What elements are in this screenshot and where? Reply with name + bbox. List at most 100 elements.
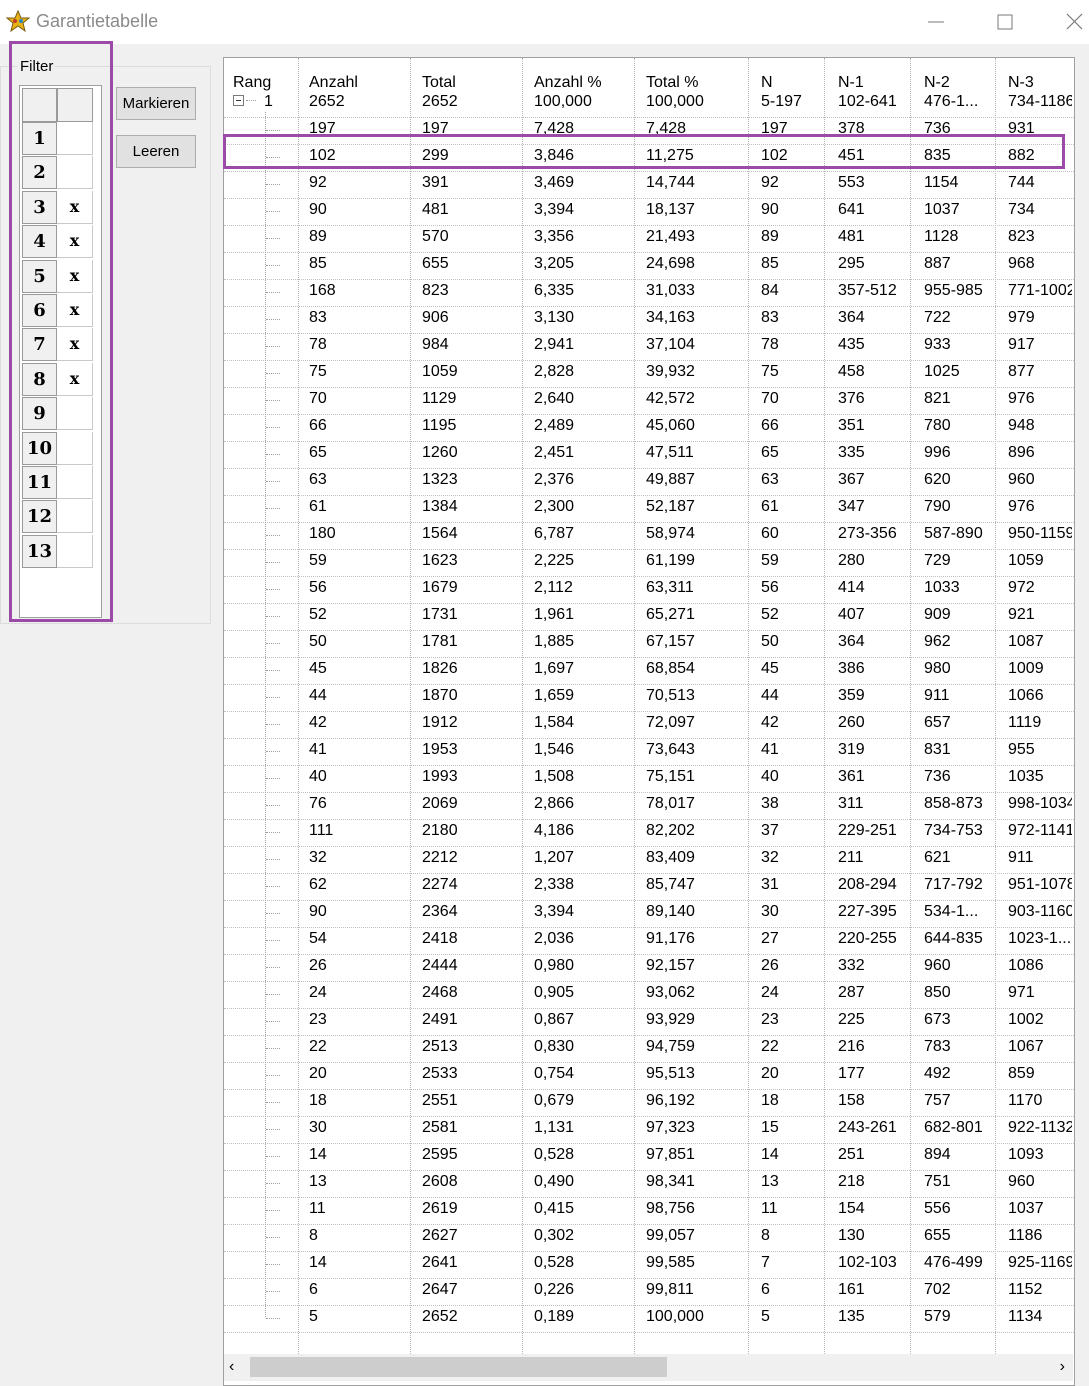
- table-cell[interactable]: 644-835: [924, 930, 1002, 948]
- table-cell[interactable]: 65: [761, 444, 831, 462]
- table-cell[interactable]: 61: [309, 498, 414, 516]
- clear-button[interactable]: Leeren: [116, 135, 196, 168]
- table-cell[interactable]: 1,131: [534, 1119, 639, 1137]
- table-cell[interactable]: 2619: [422, 1200, 527, 1218]
- table-cell[interactable]: 61: [761, 498, 831, 516]
- table-cell[interactable]: 620: [924, 471, 1002, 489]
- table-cell[interactable]: 95,513: [646, 1065, 751, 1083]
- table-cell[interactable]: 757: [924, 1092, 1002, 1110]
- table-cell[interactable]: 0,528: [534, 1146, 639, 1164]
- table-cell[interactable]: 47,511: [646, 444, 751, 462]
- table-cell[interactable]: 42,572: [646, 390, 751, 408]
- mark-button[interactable]: Markieren: [116, 87, 196, 120]
- table-cell[interactable]: 99,057: [646, 1227, 751, 1245]
- table-cell[interactable]: 771-1002: [1008, 282, 1072, 300]
- table-cell[interactable]: 962: [924, 633, 1002, 651]
- table-cell[interactable]: 790: [924, 498, 1002, 516]
- root-row-cell[interactable]: 476-1...: [924, 93, 1002, 111]
- table-cell[interactable]: 1023-1...: [1008, 930, 1072, 948]
- table-cell[interactable]: 1912: [422, 714, 527, 732]
- table-cell[interactable]: 972: [1008, 579, 1072, 597]
- table-cell[interactable]: 85: [761, 255, 831, 273]
- root-row-cell[interactable]: 5-197: [761, 93, 831, 111]
- table-cell[interactable]: 1025: [924, 363, 1002, 381]
- table-cell[interactable]: 63: [761, 471, 831, 489]
- table-cell[interactable]: 66: [309, 417, 414, 435]
- table-cell[interactable]: 41: [309, 741, 414, 759]
- table-cell[interactable]: 481: [838, 228, 918, 246]
- table-cell[interactable]: 2641: [422, 1254, 527, 1272]
- table-cell[interactable]: 948: [1008, 417, 1072, 435]
- table-cell[interactable]: 955-985: [924, 282, 1002, 300]
- table-cell[interactable]: 75,151: [646, 768, 751, 786]
- table-cell[interactable]: 2,941: [534, 336, 639, 354]
- table-cell[interactable]: 1035: [1008, 768, 1072, 786]
- table-cell[interactable]: 1152: [1008, 1281, 1072, 1299]
- table-cell[interactable]: 2,112: [534, 579, 639, 597]
- table-cell[interactable]: 979: [1008, 309, 1072, 327]
- table-cell[interactable]: 280: [838, 552, 918, 570]
- table-cell[interactable]: 0,905: [534, 984, 639, 1002]
- table-cell[interactable]: 102-103: [838, 1254, 918, 1272]
- table-cell[interactable]: 61,199: [646, 552, 751, 570]
- minimize-icon[interactable]: [916, 6, 956, 38]
- table-cell[interactable]: 6: [309, 1281, 414, 1299]
- table-cell[interactable]: 23: [761, 1011, 831, 1029]
- table-cell[interactable]: 909: [924, 606, 1002, 624]
- table-cell[interactable]: 158: [838, 1092, 918, 1110]
- table-cell[interactable]: 621: [924, 849, 1002, 867]
- table-cell[interactable]: 319: [838, 741, 918, 759]
- table-cell[interactable]: 2652: [422, 1308, 527, 1326]
- table-cell[interactable]: 52: [761, 606, 831, 624]
- table-cell[interactable]: 1134: [1008, 1308, 1072, 1326]
- table-cell[interactable]: 972-1141: [1008, 822, 1072, 840]
- table-cell[interactable]: 180: [309, 525, 414, 543]
- table-cell[interactable]: 89,140: [646, 903, 751, 921]
- table-cell[interactable]: 925-1169: [1008, 1254, 1072, 1272]
- table-cell[interactable]: 75: [761, 363, 831, 381]
- table-cell[interactable]: 24,698: [646, 255, 751, 273]
- table-cell[interactable]: 82,202: [646, 822, 751, 840]
- table-cell[interactable]: 391: [422, 174, 527, 192]
- root-row-cell[interactable]: 2652: [422, 93, 527, 111]
- table-cell[interactable]: 93,062: [646, 984, 751, 1002]
- table-cell[interactable]: 0,867: [534, 1011, 639, 1029]
- table-cell[interactable]: 6: [761, 1281, 831, 1299]
- table-cell[interactable]: 0,226: [534, 1281, 639, 1299]
- table-cell[interactable]: 177: [838, 1065, 918, 1083]
- table-cell[interactable]: 3,469: [534, 174, 639, 192]
- table-cell[interactable]: 90: [309, 903, 414, 921]
- root-row-cell[interactable]: 734-1186: [1008, 93, 1072, 111]
- table-cell[interactable]: 0,490: [534, 1173, 639, 1191]
- table-cell[interactable]: 2551: [422, 1092, 527, 1110]
- table-cell[interactable]: 44: [309, 687, 414, 705]
- table-cell[interactable]: 1037: [1008, 1200, 1072, 1218]
- table-cell[interactable]: 251: [838, 1146, 918, 1164]
- table-cell[interactable]: 736: [924, 768, 1002, 786]
- table-cell[interactable]: 1059: [1008, 552, 1072, 570]
- table-cell[interactable]: 896: [1008, 444, 1072, 462]
- table-cell[interactable]: 1059: [422, 363, 527, 381]
- table-cell[interactable]: 1,207: [534, 849, 639, 867]
- table-cell[interactable]: 1384: [422, 498, 527, 516]
- table-cell[interactable]: 59: [761, 552, 831, 570]
- table-cell[interactable]: 18: [309, 1092, 414, 1110]
- table-cell[interactable]: 2274: [422, 876, 527, 894]
- table-cell[interactable]: 971: [1008, 984, 1072, 1002]
- table-cell[interactable]: 5: [309, 1308, 414, 1326]
- table-cell[interactable]: 2468: [422, 984, 527, 1002]
- table-cell[interactable]: 287: [838, 984, 918, 1002]
- table-cell[interactable]: 23: [309, 1011, 414, 1029]
- table-cell[interactable]: 78: [761, 336, 831, 354]
- table-cell[interactable]: 2,338: [534, 876, 639, 894]
- col-header-n2[interactable]: N-2: [924, 74, 950, 92]
- table-cell[interactable]: 783: [924, 1038, 1002, 1056]
- table-cell[interactable]: 99,585: [646, 1254, 751, 1272]
- table-cell[interactable]: 376: [838, 390, 918, 408]
- table-cell[interactable]: 78: [309, 336, 414, 354]
- table-cell[interactable]: 6,787: [534, 525, 639, 543]
- table-cell[interactable]: 734: [1008, 201, 1072, 219]
- col-header-n[interactable]: N: [761, 74, 773, 92]
- table-cell[interactable]: 26: [761, 957, 831, 975]
- table-cell[interactable]: 76: [309, 795, 414, 813]
